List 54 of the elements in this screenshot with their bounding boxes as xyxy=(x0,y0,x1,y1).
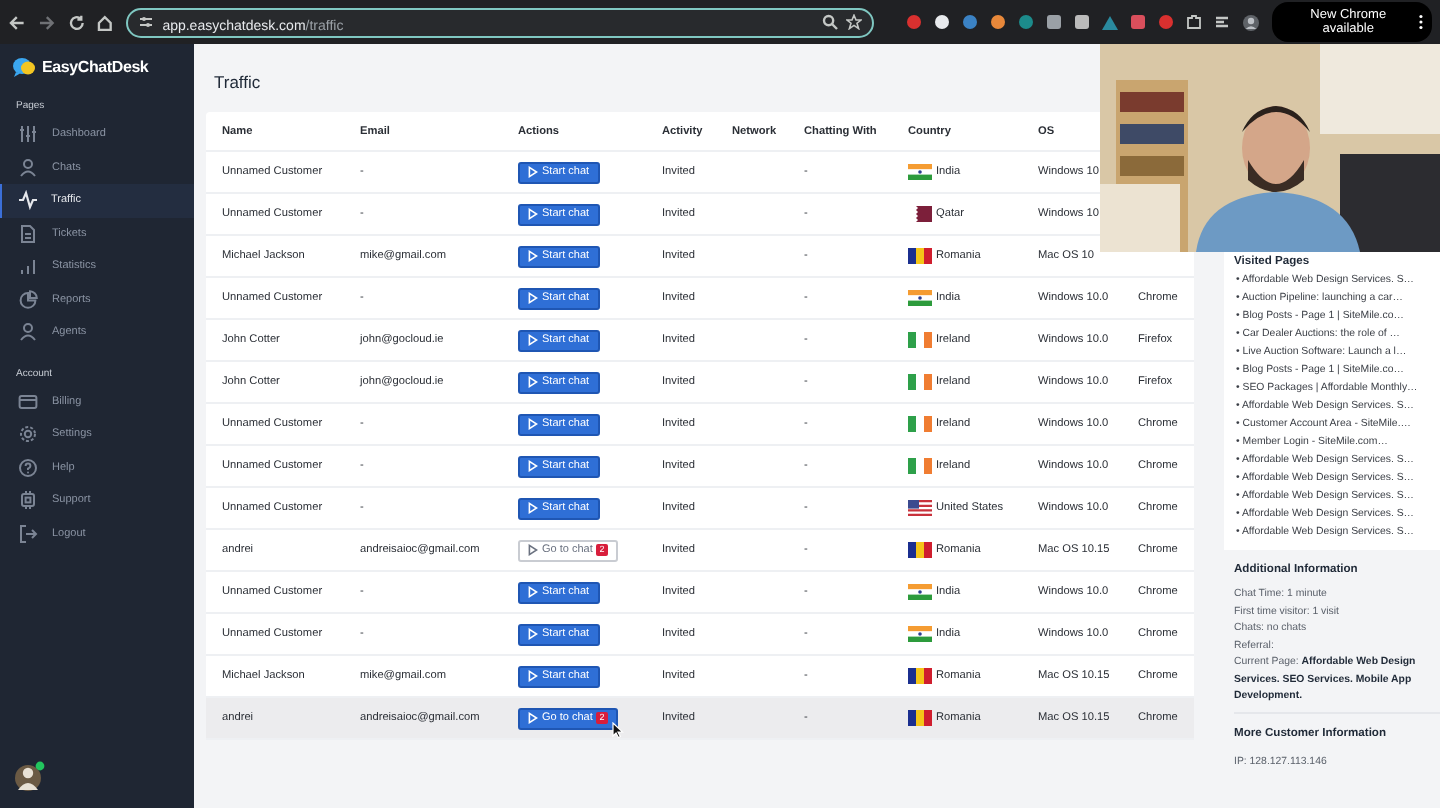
site-settings-icon[interactable] xyxy=(138,14,155,30)
play-icon xyxy=(528,670,538,682)
user-avatar-icon[interactable] xyxy=(14,760,46,792)
play-icon xyxy=(528,712,538,724)
flag-icon xyxy=(908,374,932,390)
star-icon[interactable] xyxy=(846,14,863,30)
play-icon xyxy=(528,418,538,430)
flag-icon xyxy=(908,206,932,222)
flag-icon xyxy=(908,710,932,726)
flag-icon xyxy=(908,290,932,306)
chip-icon xyxy=(18,490,38,511)
pie-chart-icon xyxy=(18,289,38,310)
search-icon[interactable] xyxy=(822,14,839,30)
play-icon xyxy=(528,208,538,220)
pulse-icon xyxy=(17,190,37,211)
credit-card-icon xyxy=(18,391,38,412)
user-icon xyxy=(18,322,38,343)
flag-icon xyxy=(908,500,932,516)
play-icon xyxy=(528,628,538,640)
home-icon[interactable] xyxy=(96,13,115,31)
play-icon xyxy=(528,544,538,556)
user-icon xyxy=(18,157,38,178)
play-icon xyxy=(528,586,538,598)
logout-icon xyxy=(18,523,38,544)
cursor-icon xyxy=(611,722,623,738)
back-icon[interactable] xyxy=(8,13,26,31)
play-icon xyxy=(528,502,538,514)
play-icon xyxy=(528,460,538,472)
flag-icon xyxy=(908,542,932,558)
play-icon xyxy=(528,292,538,304)
profile-avatar-icon[interactable] xyxy=(1242,13,1261,31)
flag-icon xyxy=(908,458,932,474)
play-icon xyxy=(528,250,538,262)
logo-text: EasyChatDesk xyxy=(42,57,149,75)
flag-icon xyxy=(908,164,932,180)
settings-icon xyxy=(18,424,38,445)
play-icon xyxy=(528,334,538,346)
sliders-icon xyxy=(18,124,38,145)
flag-icon xyxy=(908,332,932,348)
play-icon xyxy=(528,166,538,178)
flag-icon xyxy=(908,668,932,684)
page-title: Traffic xyxy=(214,72,263,94)
more-icon[interactable] xyxy=(1418,14,1424,30)
flag-icon xyxy=(908,416,932,432)
document-icon xyxy=(18,223,38,244)
bar-chart-icon xyxy=(18,256,38,277)
help-icon xyxy=(18,457,38,478)
forward-icon[interactable] xyxy=(37,13,56,31)
play-icon xyxy=(528,376,538,388)
logo-icon xyxy=(12,55,36,77)
flag-icon xyxy=(908,248,932,264)
flag-icon xyxy=(908,584,932,600)
flag-icon xyxy=(908,626,932,642)
reload-icon[interactable] xyxy=(67,13,85,31)
